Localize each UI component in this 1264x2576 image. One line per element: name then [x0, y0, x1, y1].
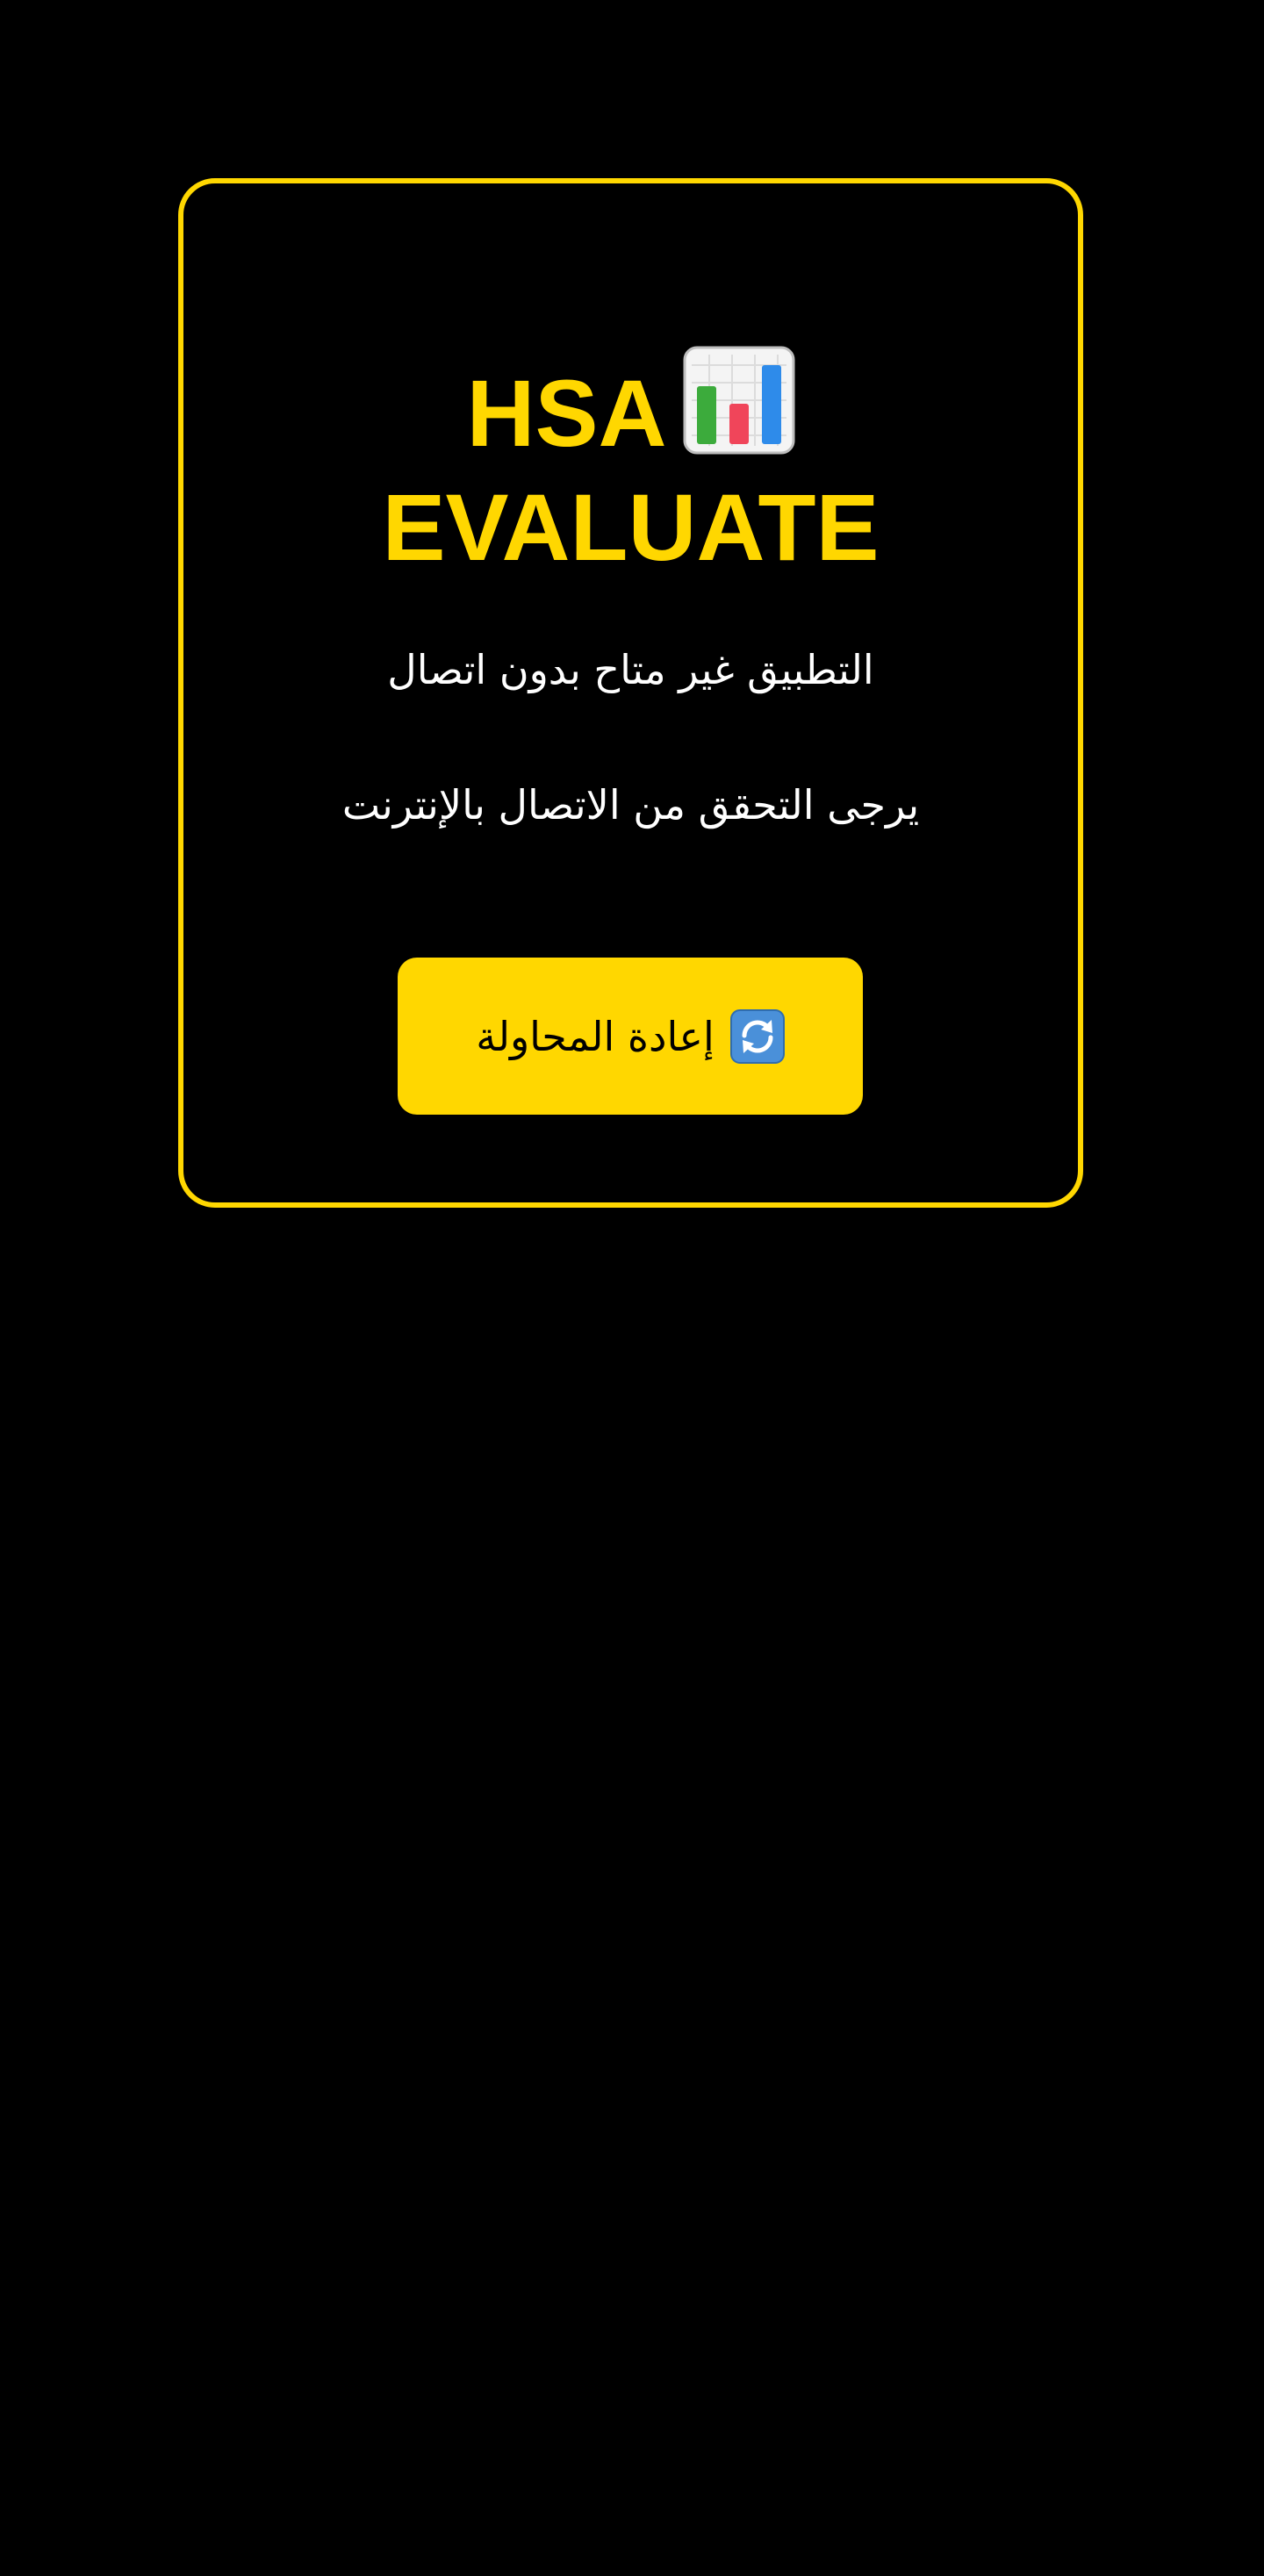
app-title-line1: HSA — [183, 346, 1078, 470]
offline-card: HSA EVALUATE التطبيق غير متاح بدون اتصال… — [178, 178, 1083, 1208]
app-title-hsa: HSA — [466, 360, 667, 466]
retry-button[interactable]: إعادة المحاولة — [398, 958, 863, 1115]
app-title-line2: EVALUATE — [382, 474, 880, 580]
refresh-icon — [729, 1008, 785, 1064]
retry-button-label: إعادة المحاولة — [476, 1012, 715, 1060]
offline-message: التطبيق غير متاح بدون اتصال — [387, 646, 874, 693]
offline-hint: يرجى التحقق من الاتصال بالإنترنت — [341, 781, 920, 829]
app-title: HSA EVALUATE — [183, 346, 1078, 585]
bar-chart-icon — [683, 346, 795, 455]
